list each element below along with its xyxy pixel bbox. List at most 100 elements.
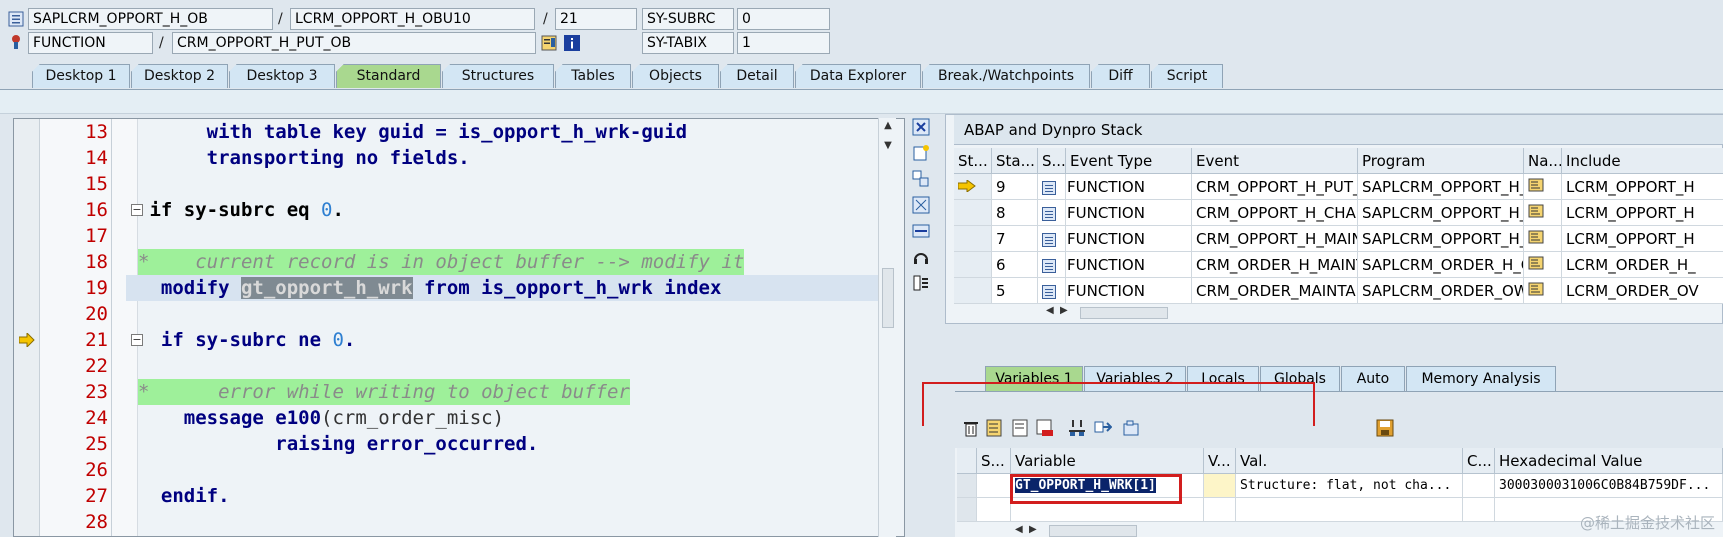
scroll-thumb[interactable]: [1080, 307, 1168, 319]
close-icon[interactable]: [911, 118, 931, 138]
stack-event-type[interactable]: FUNCTION: [1066, 278, 1192, 304]
variable-status[interactable]: [977, 474, 1011, 498]
resize-icon[interactable]: [911, 222, 931, 242]
stack-include[interactable]: LCRM_OPPORT_H: [1562, 226, 1723, 252]
row-selector-header[interactable]: [957, 448, 977, 474]
stack-nav-cell[interactable]: [1524, 226, 1562, 252]
scroll-down-icon[interactable]: ▼: [881, 140, 895, 152]
stack-pointer-cell[interactable]: [954, 226, 992, 252]
variable-v[interactable]: [1204, 474, 1236, 498]
tab-auto[interactable]: Auto: [1341, 366, 1405, 391]
stack-nav-cell[interactable]: [1524, 174, 1562, 200]
tab-data-explorer[interactable]: Data Explorer: [795, 64, 921, 88]
event-field[interactable]: CRM_OPPORT_H_PUT_OB: [172, 32, 536, 54]
transfer-icon[interactable]: [1093, 419, 1113, 439]
navigate-icon[interactable]: [1528, 282, 1544, 300]
stack-type-icon-cell[interactable]: [1038, 200, 1066, 226]
display-source-icon[interactable]: [541, 35, 557, 51]
navigate-icon[interactable]: [1528, 230, 1544, 248]
tab-structures[interactable]: Structures: [442, 64, 554, 88]
stack-type-icon-cell[interactable]: [1038, 226, 1066, 252]
tab-diff[interactable]: Diff: [1091, 64, 1150, 88]
new-tool-icon[interactable]: [911, 144, 931, 164]
scroll-thumb[interactable]: [882, 268, 894, 328]
col-header[interactable]: Program: [1358, 148, 1524, 174]
tab-break-watchpoints[interactable]: Break./Watchpoints: [922, 64, 1090, 88]
scroll-up-icon[interactable]: ▲: [881, 120, 895, 132]
stack-program[interactable]: SAPLCRM_OPPORT_H_O...: [1358, 226, 1524, 252]
col-header[interactable]: Event Type: [1066, 148, 1192, 174]
tab-desktop-2[interactable]: Desktop 2: [131, 64, 228, 88]
stack-program[interactable]: SAPLCRM_ORDER_OW: [1358, 278, 1524, 304]
stack-include[interactable]: LCRM_OPPORT_H: [1562, 174, 1723, 200]
structure-icon[interactable]: [1067, 419, 1087, 439]
stack-event[interactable]: CRM_ORDER_MAINTAIN...: [1192, 278, 1358, 304]
variables-hscroll[interactable]: ◀ ▶: [1015, 524, 1155, 537]
col-header[interactable]: S...: [977, 448, 1011, 474]
variable-change[interactable]: [1463, 474, 1495, 498]
stack-program[interactable]: SAPLCRM_ORDER_H_OW: [1358, 252, 1524, 278]
stack-type-icon-cell[interactable]: [1038, 278, 1066, 304]
stack-event-type[interactable]: FUNCTION: [1066, 174, 1192, 200]
col-header[interactable]: V...: [1204, 448, 1236, 474]
stack-event-type[interactable]: FUNCTION: [1066, 252, 1192, 278]
stack-program[interactable]: SAPLCRM_OPPORT_H_OB: [1358, 174, 1524, 200]
stack-nav-cell[interactable]: [1524, 252, 1562, 278]
col-header[interactable]: C...: [1463, 448, 1495, 474]
row-selector[interactable]: [957, 474, 977, 498]
tab-variables-2[interactable]: Variables 2: [1084, 366, 1186, 391]
col-header[interactable]: S...: [1038, 148, 1066, 174]
tab-detail[interactable]: Detail: [720, 64, 794, 88]
stack-level[interactable]: 6: [992, 252, 1038, 278]
stack-nav-cell[interactable]: [1524, 200, 1562, 226]
delete-row-icon[interactable]: [1035, 419, 1055, 439]
scroll-thumb[interactable]: [1049, 525, 1137, 537]
tab-tables[interactable]: Tables: [555, 64, 631, 88]
insert-row-icon[interactable]: [985, 419, 1005, 439]
col-header[interactable]: Val.: [1236, 448, 1463, 474]
delete-icon[interactable]: [961, 419, 981, 439]
stack-event[interactable]: CRM_OPPORT_H_CHANG...: [1192, 200, 1358, 226]
save-icon[interactable]: [1375, 419, 1395, 439]
stack-include[interactable]: LCRM_ORDER_OV: [1562, 278, 1723, 304]
variable-hex[interactable]: 3000300031006C0B84B759DF...: [1495, 474, 1723, 498]
folder-icon[interactable]: [1121, 419, 1141, 439]
stack-include[interactable]: LCRM_OPPORT_H: [1562, 200, 1723, 226]
stack-program[interactable]: SAPLCRM_OPPORT_H_O...: [1358, 200, 1524, 226]
variable-v[interactable]: [1204, 498, 1236, 522]
stack-nav-cell[interactable]: [1524, 278, 1562, 304]
stack-level[interactable]: 5: [992, 278, 1038, 304]
editor-scrollbar[interactable]: ▲ ▼: [878, 118, 896, 537]
col-header[interactable]: Include: [1562, 148, 1723, 174]
event-type-field[interactable]: FUNCTION: [28, 32, 153, 54]
include-field[interactable]: LCRM_OPPORT_H_OBU10: [290, 8, 535, 30]
stack-event[interactable]: CRM_OPPORT_H_PUT_O...: [1192, 174, 1358, 200]
stack-level[interactable]: 8: [992, 200, 1038, 226]
maximize-icon[interactable]: [911, 196, 931, 216]
col-header[interactable]: Event: [1192, 148, 1358, 174]
col-header[interactable]: Na...: [1524, 148, 1562, 174]
row-selector[interactable]: [957, 498, 977, 522]
append-row-icon[interactable]: [1011, 419, 1031, 439]
variable-change[interactable]: [1463, 498, 1495, 522]
stack-include[interactable]: LCRM_ORDER_H_: [1562, 252, 1723, 278]
stack-pointer-cell[interactable]: [954, 200, 992, 226]
stack-hscroll[interactable]: ◀ ▶: [1046, 305, 1186, 321]
scroll-left-icon[interactable]: ◀: [1046, 305, 1054, 316]
tab-desktop-1[interactable]: Desktop 1: [32, 64, 130, 88]
settings-icon[interactable]: [911, 274, 931, 294]
navigate-icon[interactable]: [1528, 204, 1544, 222]
col-header[interactable]: Hexadecimal Value: [1495, 448, 1723, 474]
scroll-right-icon[interactable]: ▶: [1029, 524, 1037, 535]
stack-pointer-cell[interactable]: [954, 278, 992, 304]
program-field[interactable]: SAPLCRM_OPPORT_H_OB: [28, 8, 273, 30]
stack-type-icon-cell[interactable]: [1038, 252, 1066, 278]
scroll-right-icon[interactable]: ▶: [1060, 305, 1068, 316]
col-header[interactable]: Variable: [1011, 448, 1204, 474]
stack-type-icon-cell[interactable]: [1038, 174, 1066, 200]
tab-globals[interactable]: Globals: [1260, 366, 1340, 391]
stack-pointer-cell[interactable]: [954, 252, 992, 278]
tab-variables-1[interactable]: Variables 1: [985, 366, 1083, 391]
scroll-left-icon[interactable]: ◀: [1015, 524, 1023, 535]
tab-locals[interactable]: Locals: [1187, 366, 1259, 391]
